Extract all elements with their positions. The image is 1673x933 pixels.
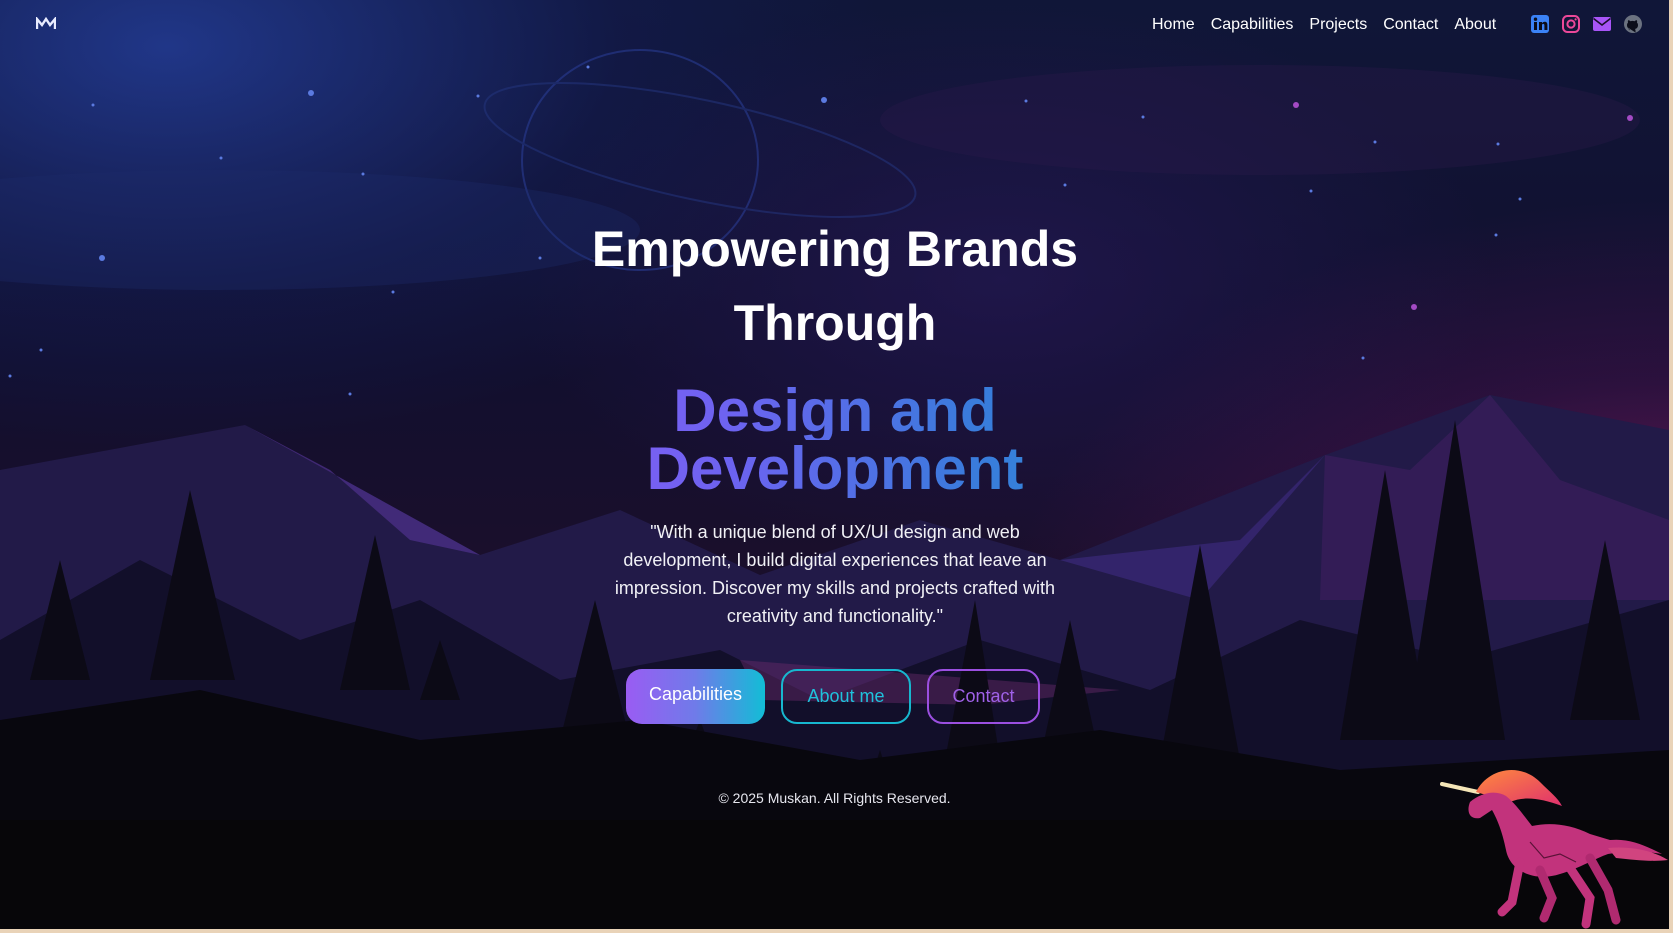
footer-copyright: © 2025 Muskan. All Rights Reserved. [718, 790, 951, 806]
nav-item-contact[interactable]: Contact [1383, 14, 1438, 36]
instagram-icon[interactable] [1561, 14, 1581, 34]
hero-highlight-line1: Design and [500, 381, 1170, 441]
hero-highlight-line2: Development [500, 439, 1170, 499]
page: Home Capabilities Projects Contact About [0, 0, 1673, 933]
nav-item-capabilities[interactable]: Capabilities [1211, 14, 1294, 36]
contact-button[interactable]: Contact [927, 669, 1040, 724]
hero-section: Empowering Brands Through Design and Dev… [500, 212, 1170, 630]
mail-icon[interactable] [1592, 14, 1612, 34]
social-links [1530, 14, 1643, 34]
hero-title-line1: Empowering Brands [591, 221, 1079, 277]
github-icon[interactable] [1623, 14, 1643, 34]
unicorn-illustration [1440, 769, 1668, 929]
capabilities-button[interactable]: Capabilities [626, 669, 765, 724]
about-me-button[interactable]: About me [781, 669, 911, 724]
hero-tagline: "With a unique blend of UX/UI design and… [614, 522, 1056, 626]
nav-item-home[interactable]: Home [1152, 14, 1195, 36]
nav-item-about[interactable]: About [1454, 14, 1496, 36]
viewport-frame: Home Capabilities Projects Contact About [0, 0, 1673, 933]
hero-buttons: Capabilities About me Contact [626, 669, 1040, 724]
nav-item-projects[interactable]: Projects [1309, 14, 1367, 36]
mn-monogram-logo-icon[interactable] [36, 17, 56, 31]
main-navigation: Home Capabilities Projects Contact About [1152, 14, 1496, 36]
hero-title-line2: Through [733, 295, 937, 351]
linkedin-icon[interactable] [1530, 14, 1550, 34]
